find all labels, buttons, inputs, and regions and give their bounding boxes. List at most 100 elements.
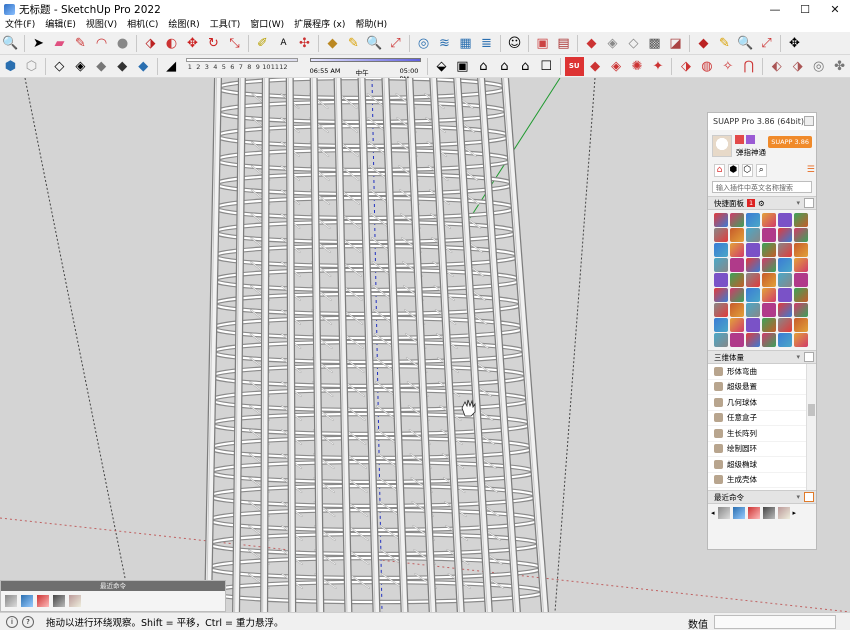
search-icon[interactable]: 🔍 [1, 34, 20, 53]
plugin-c-icon[interactable]: ◆ [582, 34, 601, 53]
list-item[interactable]: 超级悬置 [708, 380, 816, 395]
styles-icon[interactable]: ≣ [477, 34, 496, 53]
arc-icon[interactable]: ◠ [92, 34, 111, 53]
push-pull-icon[interactable]: ⬗ [141, 34, 160, 53]
time-slider[interactable] [309, 57, 421, 62]
quick-tool-icon[interactable] [730, 258, 744, 272]
gear-icon[interactable]: ⚙ [758, 199, 765, 208]
quick-tool-icon[interactable] [730, 303, 744, 317]
quick-tool-icon[interactable] [730, 213, 744, 227]
value-input[interactable] [714, 615, 836, 629]
recent-tool-icon[interactable] [747, 506, 760, 519]
recent-tool-icon[interactable] [717, 506, 730, 519]
menu-camera[interactable]: 相机(C) [122, 18, 163, 32]
zoom-extents-icon[interactable]: ⤢ [386, 34, 405, 53]
quick-tool-icon[interactable] [730, 243, 744, 257]
left-view-icon[interactable]: ☐ [537, 57, 556, 76]
text-icon[interactable]: A [274, 34, 293, 53]
plugin-d-icon[interactable]: ◈ [603, 34, 622, 53]
chevron-down-icon[interactable]: ▾ [796, 353, 800, 361]
list-item[interactable]: 生长阵列 [708, 426, 816, 442]
quick-tool-icon[interactable] [762, 273, 776, 287]
recent-tool-icon[interactable] [762, 506, 775, 519]
quick-tool-icon[interactable] [762, 288, 776, 302]
box-icon[interactable]: ⬡ [741, 163, 753, 177]
quick-tool-icon[interactable] [778, 213, 792, 227]
quick-tool-icon[interactable] [794, 213, 808, 227]
menu-icon[interactable]: ☰ [806, 164, 816, 177]
x-ray-icon[interactable]: ⬡ [22, 57, 41, 76]
chevron-right-icon[interactable]: ▸ [793, 509, 797, 517]
help-icon[interactable]: ? [22, 615, 34, 628]
quick-tool-icon[interactable] [762, 228, 776, 242]
maximize-button[interactable]: ☐ [790, 0, 820, 18]
plugin-search-input[interactable]: 输入插件中英文名称搜索 [712, 181, 812, 193]
menu-draw[interactable]: 绘图(R) [163, 18, 204, 32]
quick-tool-icon[interactable] [714, 228, 728, 242]
suapp-tool-1-icon[interactable]: ◆ [586, 57, 605, 76]
quick-panel-header[interactable]: 快捷面板 1 ⚙ ▾ [708, 196, 816, 210]
quick-tool-icon[interactable] [762, 303, 776, 317]
minimize-button[interactable]: — [760, 0, 790, 18]
quick-tool-icon[interactable] [730, 273, 744, 287]
quick-tool-icon[interactable] [778, 288, 792, 302]
pan-icon[interactable]: ✥ [785, 34, 804, 53]
axes-icon[interactable]: ✣ [295, 34, 314, 53]
quick-tool-icon[interactable] [714, 303, 728, 317]
quick-tool-icon[interactable] [714, 243, 728, 257]
quick-tool-icon[interactable] [746, 213, 760, 227]
eraser-icon[interactable]: ▰ [50, 34, 69, 53]
list-item[interactable]: 绘制圆环 [708, 442, 816, 457]
quick-tool-icon[interactable] [730, 333, 744, 347]
suapp-tool-6-icon[interactable]: ◍ [697, 57, 716, 76]
shadows-toggle-icon[interactable]: ◢ [162, 57, 181, 76]
iso-camera-icon[interactable]: ⬙ [432, 57, 451, 76]
info-icon[interactable]: i [6, 615, 18, 628]
chevron-down-icon[interactable]: ▾ [796, 493, 800, 501]
list-item[interactable]: 任意盒子 [708, 411, 816, 426]
suapp-tool-5-icon[interactable]: ⬗ [676, 57, 695, 76]
quick-tool-icon[interactable] [794, 303, 808, 317]
list-item[interactable]: 几何球体 [708, 395, 816, 411]
quick-tool-icon[interactable] [794, 258, 808, 272]
tape-measure-icon[interactable]: ✐ [253, 34, 272, 53]
section-plane-icon[interactable]: ◆ [323, 34, 342, 53]
quick-tool-icon[interactable] [794, 228, 808, 242]
suapp-logo-icon[interactable]: SU [564, 56, 584, 76]
previous-view-icon[interactable]: ⤢ [757, 34, 776, 53]
follow-me-icon[interactable]: ◐ [162, 34, 181, 53]
extension-warehouse-icon[interactable]: ≋ [435, 34, 454, 53]
plugin-g-icon[interactable]: ◪ [666, 34, 685, 53]
list-item[interactable]: 超级椭球 [708, 457, 816, 473]
suapp-tool-3-icon[interactable]: ✺ [628, 57, 647, 76]
quick-tool-icon[interactable] [746, 333, 760, 347]
menu-file[interactable]: 文件(F) [0, 18, 40, 32]
quick-tool-icon[interactable] [746, 243, 760, 257]
select-arrow-icon[interactable]: ➤ [29, 34, 48, 53]
quick-tool-icon[interactable] [762, 258, 776, 272]
recent-tool-icon[interactable] [777, 506, 790, 519]
section-fill-icon[interactable]: ✎ [715, 34, 734, 53]
quick-tool-icon[interactable] [762, 333, 776, 347]
menu-tools[interactable]: 工具(T) [205, 18, 246, 32]
front-view-icon[interactable]: ⌂ [474, 57, 493, 76]
expand-icon[interactable] [804, 198, 814, 208]
suapp-tool-7-icon[interactable]: ✧ [718, 57, 737, 76]
recent-tool-icon[interactable] [53, 595, 65, 607]
right-view-icon[interactable]: ⌂ [495, 57, 514, 76]
zoom-icon[interactable]: 🔍 [365, 34, 384, 53]
suapp-tool-4-icon[interactable]: ✦ [649, 57, 668, 76]
quick-tool-icon[interactable] [746, 273, 760, 287]
version-button[interactable]: SUAPP 3.86 [768, 136, 812, 148]
menu-view[interactable]: 视图(V) [81, 18, 122, 32]
quick-tool-icon[interactable] [778, 243, 792, 257]
list-item[interactable]: 形体弯曲 [708, 364, 816, 380]
iso-view-icon[interactable]: ⬢ [1, 57, 20, 76]
suapp-tool-2-icon[interactable]: ◈ [607, 57, 626, 76]
quick-tool-icon[interactable] [778, 228, 792, 242]
suapp-tool-11-icon[interactable]: ✤ [830, 57, 849, 76]
monochrome-icon[interactable]: ◆ [134, 57, 153, 76]
quick-tool-icon[interactable] [714, 213, 728, 227]
account-icon[interactable]: ☺ [505, 34, 524, 53]
list-item[interactable]: 生成壳体 [708, 473, 816, 488]
